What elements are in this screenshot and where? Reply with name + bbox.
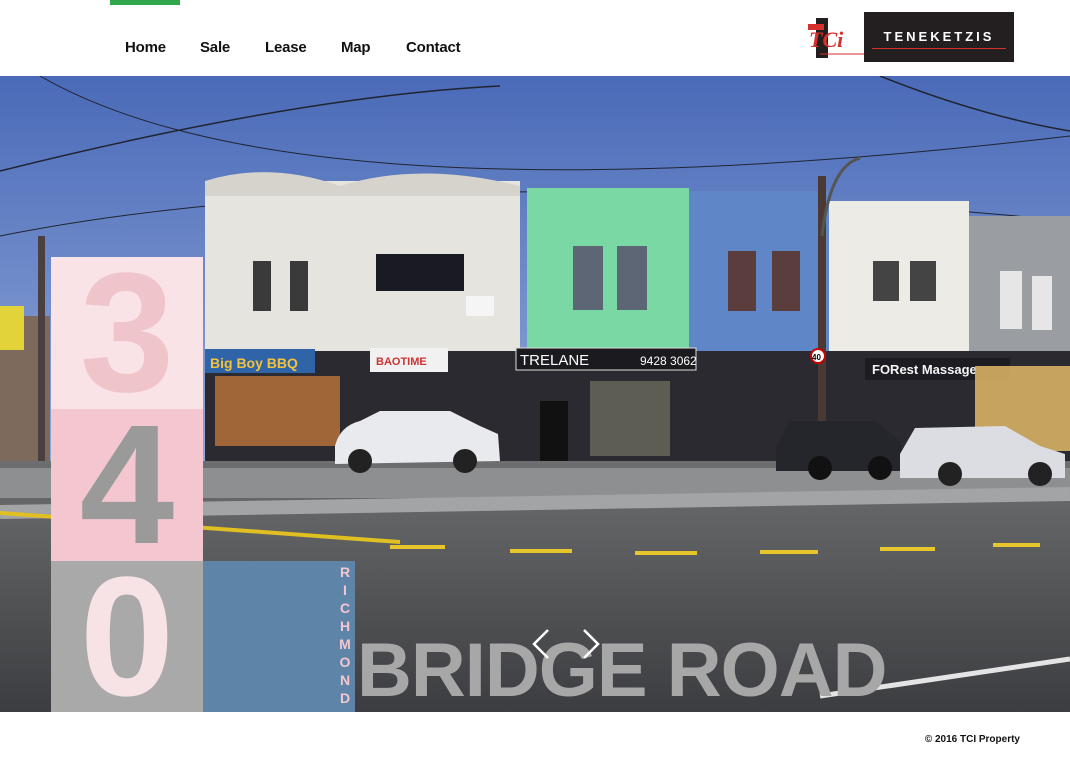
carousel-next-button[interactable] xyxy=(578,628,602,660)
nav-map[interactable]: Map xyxy=(341,0,371,76)
shop-sign-baotime: BAOTIME xyxy=(376,356,427,368)
suburb-label: RICHMOND xyxy=(337,564,353,708)
street-name: BRIDGE ROAD xyxy=(357,628,887,712)
chevron-right-icon xyxy=(583,629,600,659)
company-logo[interactable]: TCi TENEKETZIS xyxy=(806,12,1016,64)
shop-sign-phone: 9428 3062 xyxy=(640,354,697,368)
nav-home[interactable]: Home xyxy=(110,0,180,76)
street-number-digit-1: 3 xyxy=(51,257,203,409)
tci-logo-mark: TCi xyxy=(808,18,864,58)
hero-banner: Big Boy BBQ BAOTIME TRELANE 9428 3062 FO… xyxy=(0,76,1070,712)
nav-lease[interactable]: Lease xyxy=(265,0,307,76)
nav-sale[interactable]: Sale xyxy=(200,0,230,76)
street-number-digit-3: 0 xyxy=(51,561,203,712)
shop-sign-bbq: Big Boy BBQ xyxy=(210,355,298,371)
shop-sign-trelane: TRELANE xyxy=(520,352,589,369)
logo-mark-text: TCi xyxy=(809,27,844,52)
chevron-left-icon xyxy=(532,629,549,659)
site-header: Home Sale Lease Map Contact TCi TENEKETZ… xyxy=(0,0,1070,76)
logo-wordmark: TENEKETZIS xyxy=(864,12,1014,62)
shop-sign-massage: FORest Massage xyxy=(872,362,977,377)
speed-sign: 40 xyxy=(812,353,821,362)
nav-contact[interactable]: Contact xyxy=(406,0,461,76)
copyright-notice: © 2016 TCI Property xyxy=(924,734,1020,745)
street-number-digit-2: 4 xyxy=(51,409,203,561)
carousel-prev-button[interactable] xyxy=(530,628,554,660)
